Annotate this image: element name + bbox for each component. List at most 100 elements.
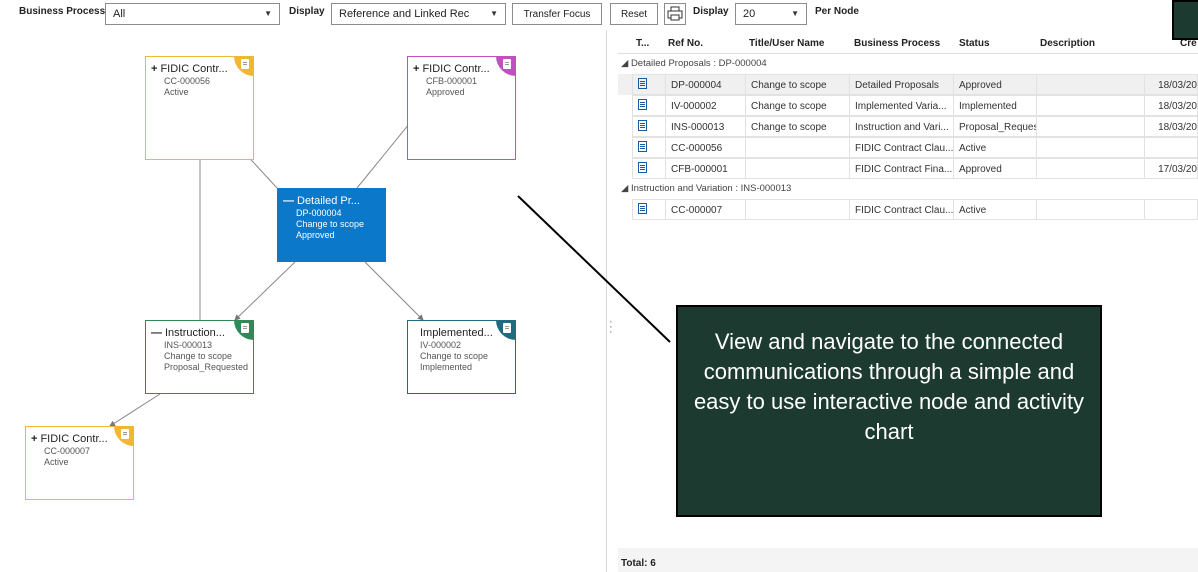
business-process-label: Business Process	[19, 6, 106, 17]
column-header-title[interactable]: Title/User Name	[749, 38, 824, 49]
cell-status: Approved	[954, 158, 1037, 179]
chevron-down-icon: ▼	[791, 9, 799, 18]
expand-icon[interactable]: +	[151, 63, 157, 75]
cell-title	[746, 137, 850, 158]
group-row-instruction-variation[interactable]: ◢ Instruction and Variation : INS-000013	[618, 180, 1198, 198]
column-header-process[interactable]: Business Process	[854, 38, 940, 49]
cell-description	[1037, 199, 1145, 220]
cell-title: Change to scope	[746, 116, 850, 137]
node-title-user: Change to scope	[164, 351, 233, 361]
cell-created: 18/03/20	[1145, 74, 1198, 95]
group-row-detailed-proposals[interactable]: ◢ Detailed Proposals : DP-000004	[618, 55, 1198, 73]
document-icon	[638, 141, 647, 152]
node-cfb-000001[interactable]: + FIDIC Contr... CFB-000001 Approved	[407, 56, 516, 160]
cell-status: Implemented	[954, 95, 1037, 116]
per-node-value: 20	[743, 8, 756, 20]
collapse-icon[interactable]: —	[283, 195, 294, 207]
cell-type	[632, 74, 666, 95]
node-cc-000056[interactable]: + FIDIC Contr... CC-000056 Active	[145, 56, 254, 160]
toolbar: Business Process All ▼ Display Reference…	[0, 0, 1198, 30]
node-title-user: Change to scope	[296, 219, 365, 229]
business-process-select[interactable]: All ▼	[105, 3, 280, 25]
expand-icon[interactable]: +	[413, 63, 419, 75]
node-status: Approved	[426, 87, 465, 97]
table-row[interactable]: CC-000056 FIDIC Contract Clau... Active	[618, 137, 1198, 158]
cell-process: Instruction and Vari...	[850, 116, 954, 137]
cell-ref: INS-000013	[666, 116, 746, 137]
print-icon[interactable]	[664, 3, 686, 25]
table-row[interactable]: DP-000004 Change to scope Detailed Propo…	[618, 74, 1198, 95]
cell-created	[1145, 199, 1198, 220]
node-ref: IV-000002	[420, 340, 462, 350]
grid-header: T... Ref No. Title/User Name Business Pr…	[618, 34, 1198, 54]
cell-title: Change to scope	[746, 95, 850, 116]
grid-footer-total: Total: 6	[618, 548, 1198, 572]
chevron-down-icon: ▼	[490, 9, 498, 18]
cell-process: Detailed Proposals	[850, 74, 954, 95]
cell-ref: CFB-000001	[666, 158, 746, 179]
table-row[interactable]: INS-000013 Change to scope Instruction a…	[618, 116, 1198, 137]
column-header-ref[interactable]: Ref No.	[668, 38, 703, 49]
callout-corner-box	[1172, 0, 1198, 40]
cell-process: FIDIC Contract Clau...	[850, 137, 954, 158]
cell-ref: IV-000002	[666, 95, 746, 116]
node-cc-000007[interactable]: + FIDIC Contr... CC-000007 Active	[25, 426, 134, 500]
cell-status: Active	[954, 137, 1037, 158]
chevron-down-icon: ▼	[264, 9, 272, 18]
edge-dp-iv2	[364, 261, 424, 321]
edge-ins13-cc7	[109, 393, 161, 427]
node-iv-000002[interactable]: Implemented... IV-000002 Change to scope…	[407, 320, 516, 394]
business-process-value: All	[113, 8, 126, 20]
document-icon	[638, 162, 647, 173]
node-status: Active	[164, 87, 189, 97]
node-title: Implemented...	[420, 327, 493, 339]
cell-description	[1037, 95, 1145, 116]
cell-process: FIDIC Contract Fina...	[850, 158, 954, 179]
cell-type	[632, 116, 666, 137]
node-status: Active	[44, 457, 69, 467]
node-title-user: Change to scope	[420, 351, 489, 361]
node-status: Approved	[296, 230, 335, 240]
node-title: FIDIC Contr...	[40, 433, 108, 445]
expand-icon[interactable]: +	[31, 433, 37, 445]
cell-type	[632, 137, 666, 158]
cell-type	[632, 95, 666, 116]
edge-dp-ins13	[234, 261, 296, 321]
display2-label: Display	[693, 6, 729, 17]
document-icon	[638, 99, 647, 110]
callout-pointer-line	[517, 195, 671, 343]
cell-created: 17/03/20	[1145, 158, 1198, 179]
table-row[interactable]: CFB-000001 FIDIC Contract Fina... Approv…	[618, 158, 1198, 179]
display-label: Display	[289, 6, 325, 17]
node-title: Instruction...	[165, 327, 225, 339]
transfer-focus-button[interactable]: Transfer Focus	[512, 3, 602, 25]
per-node-select[interactable]: 20 ▼	[735, 3, 807, 25]
display-select[interactable]: Reference and Linked Rec ▼	[331, 3, 506, 25]
table-row[interactable]: IV-000002 Change to scope Implemented Va…	[618, 95, 1198, 116]
node-ref: INS-000013	[164, 340, 213, 350]
node-ref: CFB-000001	[426, 76, 478, 86]
cell-process: Implemented Varia...	[850, 95, 954, 116]
node-ref: DP-000004	[296, 208, 342, 218]
reset-button[interactable]: Reset	[610, 3, 658, 25]
cell-description	[1037, 116, 1145, 137]
per-node-label: Per Node	[815, 6, 859, 17]
cell-description	[1037, 158, 1145, 179]
cell-status: Proposal_Reques	[954, 116, 1037, 137]
column-header-status[interactable]: Status	[959, 38, 990, 49]
cell-title: Change to scope	[746, 74, 850, 95]
document-icon	[638, 78, 647, 89]
node-dp-000004[interactable]: — Detailed Pr... DP-000004 Change to scop…	[277, 188, 386, 262]
column-header-type[interactable]: T...	[636, 38, 649, 49]
cell-created: 18/03/20	[1145, 95, 1198, 116]
node-ins-000013[interactable]: — Instruction... INS-000013 Change to sco…	[145, 320, 254, 394]
collapse-icon[interactable]: —	[151, 327, 162, 339]
cell-process: FIDIC Contract Clau...	[850, 199, 954, 220]
cell-title	[746, 158, 850, 179]
cell-ref: CC-000056	[666, 137, 746, 158]
table-row[interactable]: CC-000007 FIDIC Contract Clau... Active	[618, 199, 1198, 220]
node-ref: CC-000056	[164, 76, 211, 86]
column-header-description[interactable]: Description	[1040, 38, 1095, 49]
cell-title	[746, 199, 850, 220]
cell-type	[632, 158, 666, 179]
